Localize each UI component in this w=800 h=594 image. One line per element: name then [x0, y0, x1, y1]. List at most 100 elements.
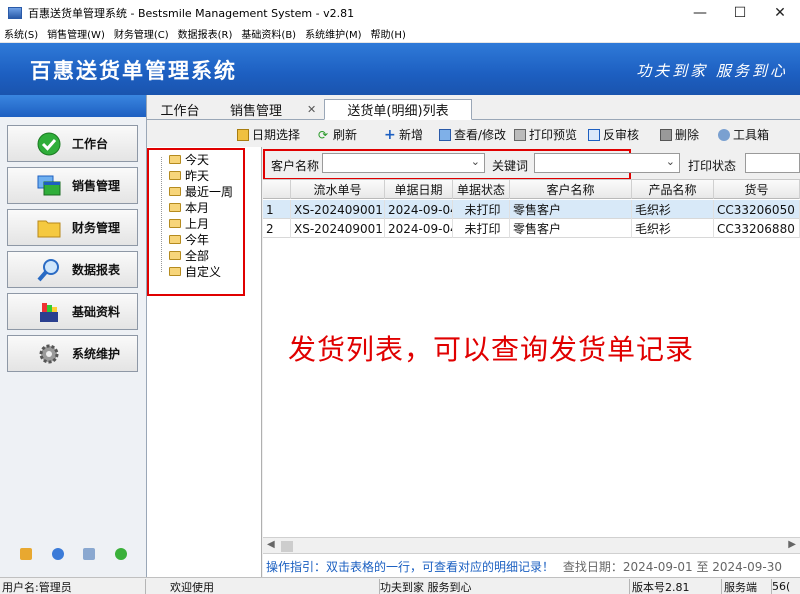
plus-icon: + — [384, 126, 396, 143]
status-server: 服务端 — [724, 579, 772, 594]
gear-icon — [36, 342, 62, 366]
menu-help[interactable]: 帮助(H) — [371, 26, 406, 41]
tree-item-last-week[interactable]: 最近一周 — [169, 183, 233, 200]
view-edit-button[interactable]: 查看/修改 — [439, 126, 506, 143]
table-icon — [439, 128, 451, 141]
scroll-right-icon[interactable]: ▶ — [788, 539, 796, 550]
table-cell: 零售客户 — [510, 219, 632, 238]
document-icon — [588, 128, 600, 141]
table-cell: 2024-09-04 — [385, 219, 453, 238]
toolbox-button[interactable]: 工具箱 — [718, 126, 769, 143]
scroll-left-icon[interactable]: ◀ — [267, 539, 275, 550]
chevron-down-icon: ⌄ — [470, 155, 480, 168]
guide-strip: 操作指引：双击表格的一行，可查看对应的明细记录！ 查找日期：2024-09-01… — [263, 553, 800, 577]
menu-system[interactable]: 系统(S) — [4, 26, 38, 41]
menu-basic-data[interactable]: 基础资料(B) — [241, 26, 296, 41]
table-cell: 未打印 — [453, 219, 510, 238]
toolbar: 日期选择 ⟳ 刷新 + 新增 查看/修改 打印预览 反审核 删除 工具箱 — [147, 121, 800, 147]
table-row[interactable]: 1 XS-202409001 2024-09-04 未打印 零售客户 毛织衫 C… — [263, 200, 800, 219]
trash-icon — [660, 128, 672, 141]
nav-label: 数据报表 — [72, 263, 121, 277]
folder-icon — [169, 187, 181, 196]
tree-item-last-month[interactable]: 上月 — [169, 215, 209, 232]
table-row[interactable]: 2 XS-202409001 2024-09-04 未打印 零售客户 毛织衫 C… — [263, 219, 800, 238]
table-cell: CC33206050 — [714, 200, 800, 219]
window-title: 百惠送货单管理系统 - Bestsmile Management System … — [28, 6, 355, 20]
nav-label: 工作台 — [72, 137, 109, 151]
header-banner: 百惠送货单管理系统 功夫到家 服务到心 — [0, 43, 800, 95]
nav-basic-data-button[interactable]: 基础资料 — [7, 293, 138, 330]
date-filter-tree: 今天 昨天 最近一周 本月 上月 今年 全部 自定义 — [147, 147, 262, 577]
tab-delivery-list[interactable]: 送货单(明细)列表 — [324, 99, 472, 120]
nav-maintenance-button[interactable]: 系统维护 — [7, 335, 138, 372]
close-button[interactable]: ✕ — [760, 0, 800, 25]
check-circle-icon — [36, 132, 62, 156]
customer-name-label: 客户名称 — [271, 159, 320, 173]
status-slogan: 功夫到家 服务到心 — [380, 579, 630, 594]
column-header[interactable]: 货号 — [714, 180, 800, 199]
folder-icon — [169, 235, 181, 244]
nav-workbench-button[interactable]: 工作台 — [7, 125, 138, 162]
tree-item-all[interactable]: 全部 — [169, 247, 209, 264]
menu-reports[interactable]: 数据报表(R) — [178, 26, 233, 41]
nav-label: 销售管理 — [72, 179, 121, 193]
column-header[interactable]: 流水单号 — [291, 180, 385, 199]
scroll-thumb[interactable] — [281, 541, 293, 552]
maximize-button[interactable]: ☐ — [720, 0, 760, 25]
minimize-button[interactable]: — — [680, 0, 720, 25]
date-select-button[interactable]: 日期选择 — [237, 126, 300, 143]
nav-bottom-icons — [0, 548, 147, 560]
folder-icon — [169, 267, 181, 276]
tree-item-yesterday[interactable]: 昨天 — [169, 167, 209, 184]
calendar-icon — [237, 128, 249, 141]
unapprove-button[interactable]: 反审核 — [588, 126, 639, 143]
monitor-icon[interactable] — [83, 548, 96, 560]
magnifier-icon — [36, 258, 62, 282]
menu-sales[interactable]: 销售管理(W) — [47, 26, 105, 41]
nav-sales-button[interactable]: 销售管理 — [7, 167, 138, 204]
tree-item-this-year[interactable]: 今年 — [169, 231, 209, 248]
menu-finance[interactable]: 财务管理(C) — [114, 26, 169, 41]
delete-button[interactable]: 删除 — [660, 126, 699, 143]
tree-connector — [161, 157, 162, 272]
customer-name-select[interactable]: ⌄ — [322, 153, 485, 173]
date-range: 查找日期：2024-09-01 至 2024-09-30 — [562, 560, 782, 574]
horizontal-scrollbar[interactable]: ◀ ▶ — [263, 537, 800, 554]
column-header[interactable]: 单据状态 — [453, 180, 510, 199]
nav-label: 系统维护 — [72, 347, 121, 361]
column-header[interactable]: 客户名称 — [510, 180, 632, 199]
folder-icon — [36, 216, 62, 240]
tab-workbench[interactable]: 工作台 — [155, 99, 205, 120]
tree-item-today[interactable]: 今天 — [169, 151, 209, 168]
table-cell: 未打印 — [453, 200, 510, 219]
column-header[interactable]: 单据日期 — [385, 180, 453, 199]
tab-sales[interactable]: 销售管理 — [225, 99, 287, 120]
column-header[interactable]: 产品名称 — [632, 180, 714, 199]
nav-finance-button[interactable]: 财务管理 — [7, 209, 138, 246]
print-preview-button[interactable]: 打印预览 — [514, 126, 577, 143]
menu-maintenance[interactable]: 系统维护(M) — [305, 26, 361, 41]
table-cell: 2024-09-04 — [385, 200, 453, 219]
keyword-select[interactable]: ⌄ — [534, 153, 680, 173]
operation-hint: 操作指引：双击表格的一行，可查看对应的明细记录！ — [266, 560, 555, 574]
refresh-icon: ⟳ — [318, 127, 329, 142]
tab-close-icon[interactable]: ✕ — [307, 103, 316, 116]
table-cell: CC33206880 — [714, 219, 800, 238]
nav-header-strip — [0, 95, 146, 117]
palette-icon — [36, 300, 62, 324]
tree-item-this-month[interactable]: 本月 — [169, 199, 209, 216]
nav-reports-button[interactable]: 数据报表 — [7, 251, 138, 288]
add-button[interactable]: + 新增 — [384, 126, 423, 143]
column-header[interactable] — [263, 180, 291, 199]
table-cell: 毛织衫 — [632, 200, 714, 219]
refresh-button[interactable]: ⟳ 刷新 — [318, 126, 357, 143]
table-cell: XS-202409001 — [291, 200, 385, 219]
note-icon[interactable] — [19, 548, 32, 560]
chevron-down-icon: ⌄ — [665, 155, 675, 168]
back-icon[interactable] — [115, 548, 128, 560]
tree-item-custom[interactable]: 自定义 — [169, 263, 221, 280]
print-status-select[interactable] — [745, 153, 800, 173]
clock-icon[interactable] — [51, 548, 64, 560]
table-cell: 毛织衫 — [632, 219, 714, 238]
status-user: 用户名:管理员 — [2, 579, 146, 594]
